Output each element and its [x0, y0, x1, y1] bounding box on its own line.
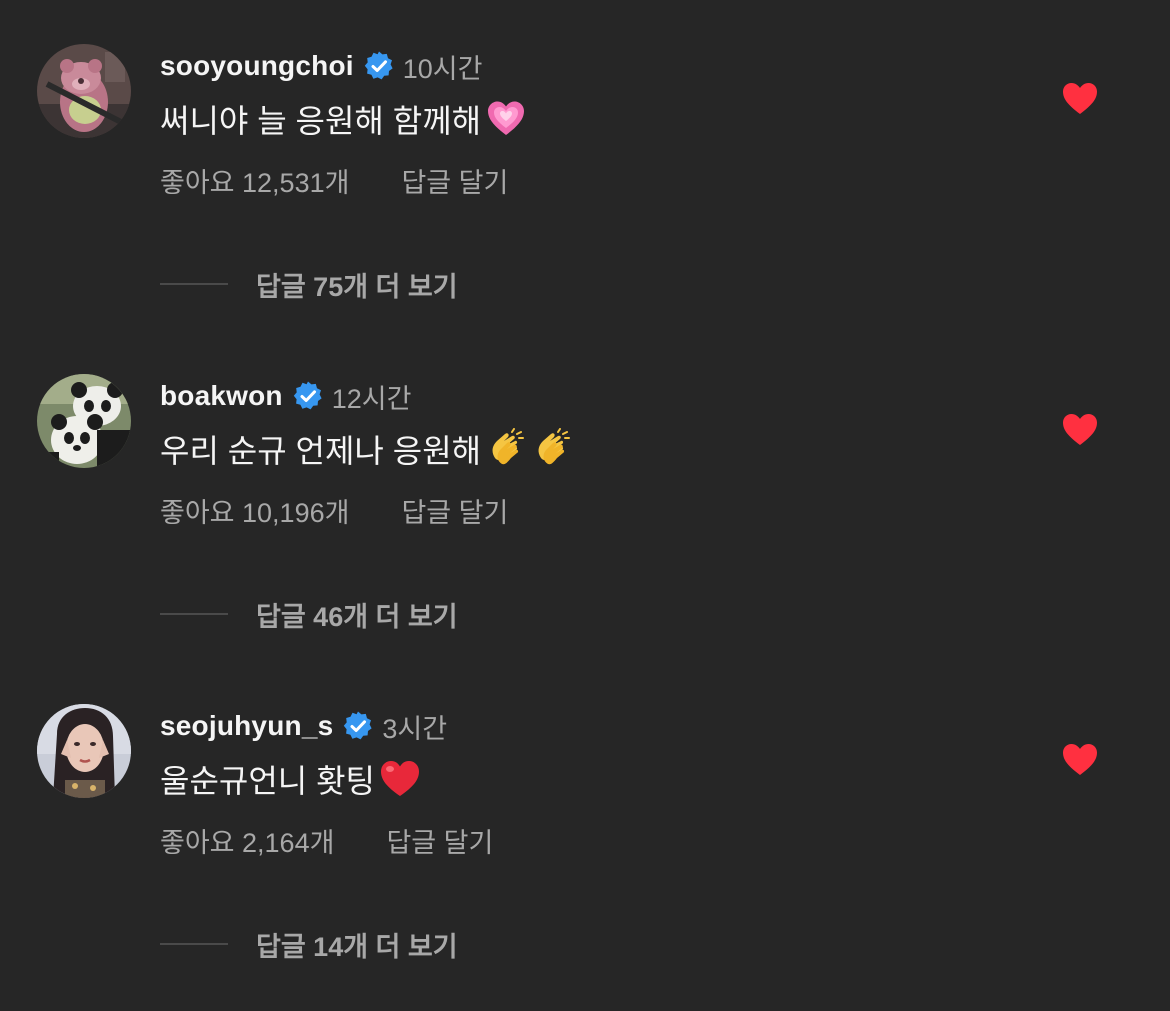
- like-heart-icon[interactable]: [1060, 740, 1100, 780]
- avatar-pink-bear-image: [37, 44, 131, 138]
- comment-item: boakwon 12시간 우리 순규 언제나 응원해 좋아요 10,196개 답…: [0, 330, 1170, 660]
- avatar[interactable]: [37, 374, 131, 468]
- comment-text-row: 우리 순규 언제나 응원해: [160, 425, 573, 473]
- avatar[interactable]: [37, 704, 131, 798]
- reply-button[interactable]: 답글 달기: [401, 161, 508, 200]
- divider-line: [160, 283, 228, 285]
- view-more-replies-button[interactable]: 답글 46개 더 보기: [160, 594, 458, 634]
- view-more-replies-button[interactable]: 답글 14개 더 보기: [160, 924, 458, 964]
- view-replies-label: 답글 75개 더 보기: [256, 271, 458, 302]
- divider-line: [160, 613, 228, 615]
- avatar-pandas-image: [37, 374, 131, 468]
- comment-text: 써니야 늘 응원해 함께해: [160, 103, 482, 139]
- like-heart-icon[interactable]: [1060, 410, 1100, 450]
- comment-meta: 좋아요 10,196개 답글 달기: [160, 490, 508, 530]
- reply-button[interactable]: 답글 달기: [386, 821, 493, 860]
- username[interactable]: seojuhyun_s: [160, 710, 333, 742]
- reply-button[interactable]: 답글 달기: [401, 491, 508, 530]
- like-count[interactable]: 좋아요 2,164개: [160, 821, 334, 860]
- divider-line: [160, 943, 228, 945]
- comment-header: boakwon 12시간: [160, 376, 411, 416]
- like-count[interactable]: 좋아요 12,531개: [160, 161, 349, 200]
- comment-meta: 좋아요 12,531개 답글 달기: [160, 160, 508, 200]
- view-more-replies-button[interactable]: 답글 75개 더 보기: [160, 264, 458, 304]
- like-heart-icon[interactable]: [1060, 79, 1100, 119]
- like-count[interactable]: 좋아요 10,196개: [160, 491, 349, 530]
- verified-badge-icon: [342, 710, 374, 742]
- username[interactable]: sooyoungchoi: [160, 50, 354, 82]
- clapping-hands-emoji-icon: [485, 428, 527, 470]
- comment-text-row: 울순규언니 홧팅: [160, 755, 421, 803]
- view-replies-label: 답글 14개 더 보기: [256, 931, 458, 962]
- avatar[interactable]: [37, 44, 131, 138]
- comment-time: 12시간: [331, 383, 412, 414]
- comment-item: sooyoungchoi 10시간 써니야 늘 응원해 함께해 좋아요 12,5…: [0, 0, 1170, 330]
- growing-heart-emoji-icon: [485, 98, 527, 140]
- username[interactable]: boakwon: [160, 380, 283, 412]
- comment-meta: 좋아요 2,164개 답글 달기: [160, 820, 493, 860]
- comment-text: 울순규언니 홧팅: [160, 763, 375, 799]
- comment-time: 3시간: [382, 713, 448, 744]
- red-heart-emoji-icon: [379, 758, 421, 800]
- clapping-hands-emoji-icon: [531, 428, 573, 470]
- verified-badge-icon: [292, 380, 324, 412]
- comment-header: seojuhyun_s 3시간: [160, 706, 447, 746]
- comment-header: sooyoungchoi 10시간: [160, 46, 482, 86]
- comment-time: 10시간: [402, 53, 483, 84]
- view-replies-label: 답글 46개 더 보기: [256, 601, 458, 632]
- verified-badge-icon: [363, 50, 395, 82]
- comment-item: seojuhyun_s 3시간 울순규언니 홧팅 좋아요 2,164개 답글 달…: [0, 660, 1170, 990]
- avatar-portrait-image: [37, 704, 131, 798]
- comment-text-row: 써니야 늘 응원해 함께해: [160, 95, 527, 143]
- comment-text: 우리 순규 언제나 응원해: [160, 433, 482, 469]
